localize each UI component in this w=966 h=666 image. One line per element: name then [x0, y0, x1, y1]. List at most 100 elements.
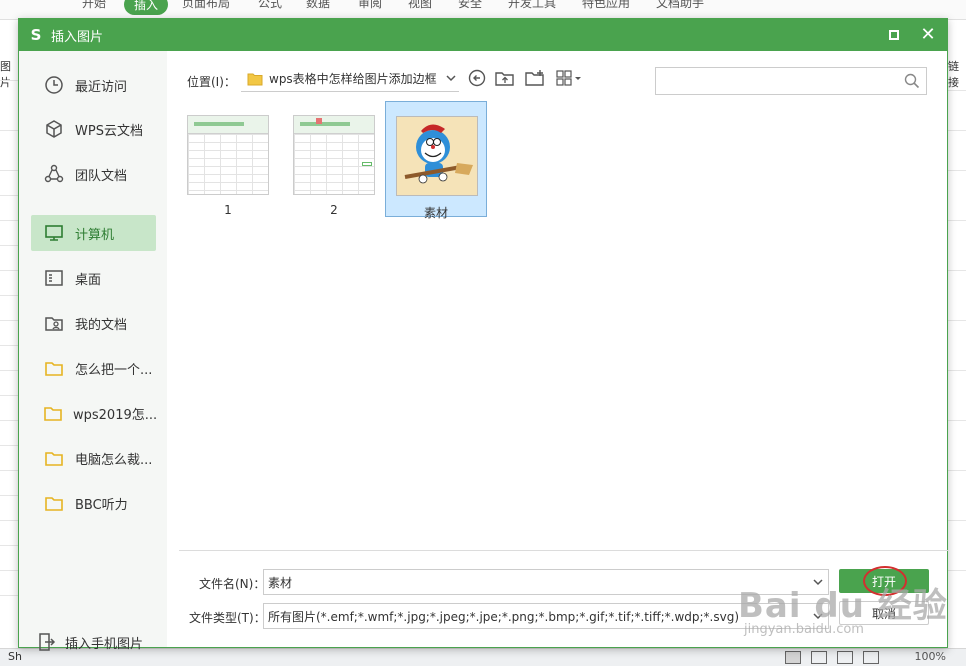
filetype-select[interactable]: 所有图片(*.emf;*.wmf;*.jpg;*.jpeg;*.jpe;*.pn… — [263, 603, 829, 629]
sidebar-item-recent[interactable]: 最近访问 — [31, 67, 156, 103]
phone-import-icon — [35, 631, 57, 653]
bg-link-label: 链接 — [948, 60, 959, 89]
normal-view-icon[interactable] — [785, 651, 801, 664]
sidebar-item-label: 团队文档 — [75, 168, 128, 184]
bg-picture-label: 图片 — [0, 60, 11, 89]
new-folder-button[interactable] — [525, 69, 545, 87]
sidebar-item-label: 电脑怎么裁... — [75, 452, 153, 468]
ribbon-tab-home[interactable]: 开始 — [82, 0, 106, 11]
location-label: 位置(I)： — [187, 75, 236, 89]
sidebar-item-wps-cloud[interactable]: WPS云文档 — [31, 111, 156, 147]
team-icon — [43, 163, 65, 185]
filetype-label: 文件类型(T)： — [189, 611, 266, 625]
folder-icon — [247, 72, 263, 86]
maximize-button[interactable] — [885, 26, 903, 44]
background-ribbon: 开始 插入 页面布局 公式 数据 审阅 视图 安全 开发工具 特色应用 文档助手 — [0, 0, 966, 20]
cube-icon — [43, 118, 65, 140]
insert-picture-dialog: S 插入图片 ✕ 最近访问 WPS云文档 团队文档 计算机 桌面 我的文档 怎么… — [18, 18, 949, 652]
page-break-view-icon[interactable] — [811, 651, 827, 664]
chevron-down-icon[interactable] — [812, 576, 824, 591]
background-sheet-left: 图片 — [0, 20, 20, 650]
sidebar-item-label: 怎么把一个... — [75, 362, 153, 378]
sidebar-item-folder-2[interactable]: wps2019怎... — [31, 395, 157, 431]
location-toolbar: 位置(I)： wps表格中怎样给图片添加边框 — [167, 51, 947, 99]
view-mode-button[interactable] — [555, 69, 585, 87]
grid-view-icon — [556, 70, 581, 86]
sidebar: 最近访问 WPS云文档 团队文档 计算机 桌面 我的文档 怎么把一个... wp… — [19, 51, 167, 652]
up-folder-button[interactable] — [495, 69, 515, 87]
file-name: 素材 — [423, 206, 448, 220]
chevron-down-icon[interactable] — [812, 610, 824, 625]
ribbon-tab-security[interactable]: 安全 — [458, 0, 482, 11]
file-thumbnail — [187, 115, 269, 195]
open-button[interactable]: 打开 — [839, 566, 929, 596]
search-icon — [904, 73, 920, 92]
back-button[interactable] — [467, 69, 487, 87]
cancel-button[interactable]: 取消 — [839, 601, 929, 625]
folder-icon — [43, 492, 65, 514]
file-item-selected[interactable]: 素材 — [385, 101, 487, 220]
filename-input[interactable]: 素材 — [263, 569, 829, 595]
form-divider — [179, 550, 949, 551]
sidebar-item-desktop[interactable]: 桌面 — [31, 260, 156, 296]
ribbon-tab-view[interactable]: 视图 — [408, 0, 432, 11]
cartoon-thumbnail-icon — [397, 117, 477, 195]
sidebar-item-label: BBC听力 — [75, 497, 128, 513]
ribbon-tab-developer[interactable]: 开发工具 — [508, 0, 556, 11]
file-item[interactable]: 1 — [177, 101, 279, 217]
sidebar-item-label: 计算机 — [75, 227, 115, 243]
highlight-circle — [863, 566, 907, 596]
sidebar-item-my-documents[interactable]: 我的文档 — [31, 305, 156, 341]
up-folder-icon — [495, 72, 514, 86]
file-thumbnail — [293, 115, 375, 195]
background-sheet-right: 链接 — [946, 20, 966, 650]
ribbon-tab-special[interactable]: 特色应用 — [582, 0, 630, 11]
ribbon-tab-insert[interactable]: 插入 — [124, 0, 169, 15]
location-dropdown[interactable]: wps表格中怎样给图片添加边框 — [241, 66, 459, 92]
background-status-bar: Sh 100% — [0, 648, 966, 666]
folder-icon — [43, 447, 65, 469]
wps-logo-icon: S — [30, 26, 42, 44]
ribbon-tab-data[interactable]: 数据 — [306, 0, 330, 11]
sidebar-item-label: 最近访问 — [75, 79, 128, 95]
ribbon-tab-formula[interactable]: 公式 — [258, 0, 282, 11]
dialog-title: 插入图片 — [51, 29, 104, 45]
sidebar-item-label: 我的文档 — [75, 317, 128, 333]
sidebar-item-computer[interactable]: 计算机 — [31, 215, 156, 251]
sidebar-item-label: 桌面 — [75, 272, 102, 288]
user-folder-icon — [43, 312, 65, 334]
insert-phone-picture-button[interactable]: 插入手机图片 — [35, 631, 143, 653]
chevron-down-icon — [445, 72, 457, 87]
clock-icon — [43, 74, 65, 96]
ribbon-tab-review[interactable]: 审阅 — [358, 0, 382, 11]
file-thumbnail — [396, 116, 478, 196]
file-item[interactable]: 2 — [283, 101, 385, 217]
folder-icon — [43, 402, 63, 424]
sidebar-item-label: WPS云文档 — [75, 123, 143, 139]
eye-protection-icon[interactable] — [863, 651, 879, 664]
ribbon-tab-page-layout[interactable]: 页面布局 — [182, 0, 230, 11]
sidebar-item-folder-3[interactable]: 电脑怎么裁... — [31, 440, 156, 476]
ribbon-tab-doc-assistant[interactable]: 文档助手 — [656, 0, 704, 11]
monitor-icon — [43, 222, 65, 244]
file-name: 2 — [330, 203, 338, 217]
close-button[interactable]: ✕ — [919, 26, 937, 44]
dialog-titlebar[interactable]: S 插入图片 ✕ — [19, 19, 947, 51]
filename-value: 素材 — [268, 575, 293, 590]
zoom-level[interactable]: 100% — [915, 650, 946, 663]
location-path: wps表格中怎样给图片添加边框 — [269, 72, 437, 86]
maximize-icon — [889, 30, 899, 40]
filetype-value: 所有图片(*.emf;*.wmf;*.jpg;*.jpeg;*.jpe;*.pn… — [268, 609, 740, 624]
sidebar-item-team-docs[interactable]: 团队文档 — [31, 156, 156, 192]
cancel-button-label: 取消 — [871, 606, 896, 621]
file-name: 1 — [224, 203, 232, 217]
page-layout-view-icon[interactable] — [837, 651, 853, 664]
sidebar-item-folder-1[interactable]: 怎么把一个... — [31, 350, 156, 386]
sheet-tab-label[interactable]: Sh — [8, 650, 22, 663]
desktop-icon — [43, 267, 65, 289]
sidebar-item-folder-4[interactable]: BBC听力 — [31, 485, 156, 521]
insert-phone-picture-label: 插入手机图片 — [65, 636, 144, 652]
folder-icon — [43, 357, 65, 379]
back-icon — [468, 69, 486, 87]
search-input[interactable] — [655, 67, 927, 95]
